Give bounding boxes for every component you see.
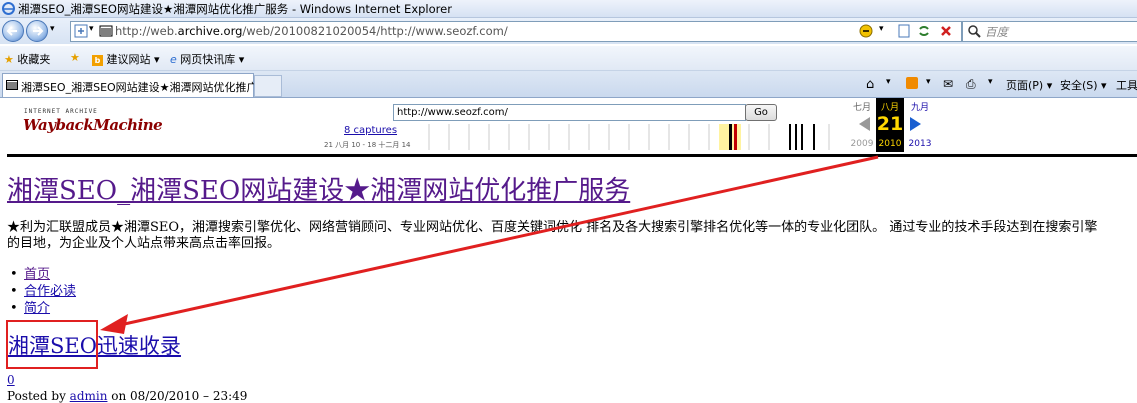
window-title: 湘潭SEO_湘潭SEO网站建设★湘潭网站优化推广服务 - Windows Int…: [18, 2, 452, 16]
next-year-label[interactable]: 2013: [905, 139, 935, 149]
nav-cooperation-link[interactable]: 合作必读: [24, 284, 76, 299]
annotation-highlight-box: [6, 320, 98, 369]
history-dropdown-icon[interactable]: ▾: [50, 24, 55, 34]
favorites-bar: ★ 收藏夹 ★ b 建议网站 ▾ e 网页快讯库 ▾: [0, 46, 1137, 71]
wayback-logo[interactable]: WaybackMachine: [23, 116, 163, 134]
back-arrow-icon: [6, 26, 17, 36]
prev-capture-arrow-icon[interactable]: [857, 116, 871, 132]
address-history-dropdown-icon[interactable]: ▾: [879, 24, 884, 34]
feeds-dropdown-icon[interactable]: ▾: [926, 77, 931, 87]
page-icon: [74, 24, 88, 38]
address-bar[interactable]: ▾ http://web.archive.org/web/20100821020…: [70, 21, 962, 42]
wayback-logo-caption: INTERNET ARCHIVE: [24, 108, 98, 115]
suggested-sites-button[interactable]: b 建议网站 ▾: [92, 51, 160, 67]
rss-feeds-icon[interactable]: [906, 77, 918, 89]
posted-by-label: Posted by: [7, 389, 70, 403]
favorites-star-icon: ★: [4, 53, 14, 66]
add-favorite-icon[interactable]: ★: [70, 51, 80, 64]
search-icon: [968, 25, 981, 38]
rss-page-icon[interactable]: [897, 24, 911, 38]
favorites-label: 收藏夹: [17, 53, 51, 66]
current-day: 21: [876, 113, 904, 135]
tools-menu[interactable]: 工具: [1116, 77, 1137, 93]
post-date: on 08/20/2010 – 23:49: [107, 389, 248, 403]
capture-sparkline[interactable]: [419, 124, 849, 150]
page-title[interactable]: 湘潭SEO_湘潭SEO网站建设★湘潭网站优化推广服务: [7, 170, 630, 207]
suggested-sites-label: 建议网站 ▾: [106, 53, 160, 66]
next-capture-arrow-icon[interactable]: [909, 116, 923, 132]
site-description: ★利为汇联盟成员★湘潭SEO，湘潭搜索引擎优化、网络营销顾问、专业网站优化、百度…: [7, 220, 1137, 252]
nav-about-link[interactable]: 简介: [24, 301, 50, 316]
address-url: http://web.archive.org/web/2010082102005…: [115, 24, 508, 38]
author-link[interactable]: admin: [70, 389, 108, 403]
capture-range: 21 八月 10 - 18 十二月 14: [324, 141, 411, 149]
page-menu[interactable]: 页面(P) ▾: [1006, 77, 1052, 93]
forward-arrow-icon: [33, 26, 44, 36]
mail-icon[interactable]: ✉: [943, 77, 953, 91]
forward-button[interactable]: [26, 20, 48, 42]
prev-year-label: 2009: [850, 139, 874, 149]
compatibility-icon[interactable]: [859, 24, 873, 38]
current-month: 八月: [880, 103, 899, 113]
nav-home-link[interactable]: 首页: [24, 267, 50, 282]
web-slice-gallery-button[interactable]: e 网页快讯库 ▾: [170, 51, 244, 67]
address-dropdown-icon[interactable]: ▾: [89, 24, 94, 34]
prev-month-label: 七月: [852, 103, 871, 113]
window-title-bar: 湘潭SEO_湘潭SEO网站建设★湘潭网站优化推广服务 - Windows Int…: [0, 0, 1137, 18]
next-month-label[interactable]: 九月: [905, 100, 935, 113]
ie-page-icon: e: [170, 53, 177, 66]
home-icon[interactable]: ⌂: [866, 77, 874, 92]
address-toolbar: ▾ ▾ http://web.archive.org/web/201008210…: [0, 18, 1137, 44]
tab-bar: 湘潭SEO_湘潭SEO网站建设★湘潭网站优化推广... ⌂ ▾ ▾ ✉ ⎙ ▾ …: [0, 71, 1137, 98]
wayback-go-button[interactable]: Go: [745, 104, 777, 121]
main-nav: 首页 合作必读 简介: [10, 266, 76, 317]
print-icon[interactable]: ⎙: [966, 77, 976, 92]
archive-favicon-icon: [6, 80, 18, 90]
description-line: ★利为汇联盟成员★湘潭SEO，湘潭搜索引擎优化、网络营销顾问、专业网站优化、百度…: [7, 220, 1098, 235]
description-line: 的目地，为企业及个人站点带来高点击率回报。: [7, 236, 281, 251]
favorites-button[interactable]: ★ 收藏夹: [4, 51, 50, 67]
web-slice-gallery-label: 网页快讯库 ▾: [180, 53, 245, 66]
suggested-sites-icon: b: [92, 55, 103, 66]
tab-title: 湘潭SEO_湘潭SEO网站建设★湘潭网站优化推广...: [21, 81, 269, 94]
search-box[interactable]: 百度: [962, 21, 1137, 42]
refresh-icon[interactable]: [917, 24, 931, 38]
back-button[interactable]: [2, 20, 24, 42]
wayback-url-input[interactable]: http://www.seozf.com/: [393, 104, 746, 121]
archive-favicon-icon: [99, 25, 113, 37]
home-dropdown-icon[interactable]: ▾: [886, 77, 891, 87]
ie-icon: [2, 2, 15, 15]
safety-menu[interactable]: 安全(S) ▾: [1060, 77, 1107, 93]
print-dropdown-icon[interactable]: ▾: [988, 77, 993, 87]
wayback-toolbar: INTERNET ARCHIVE WaybackMachine http://w…: [7, 98, 1137, 157]
captures-link[interactable]: 8 captures: [344, 125, 397, 136]
stop-icon[interactable]: [939, 24, 953, 38]
comment-count-link[interactable]: 0: [7, 373, 15, 387]
new-tab-button[interactable]: [254, 75, 282, 97]
current-capture-date: 八月 21 2010: [876, 98, 904, 152]
current-year: 2010: [878, 139, 902, 149]
search-placeholder: 百度: [985, 25, 1008, 39]
tab-current[interactable]: 湘潭SEO_湘潭SEO网站建设★湘潭网站优化推广...: [2, 73, 268, 97]
post-meta: Posted by admin on 08/20/2010 – 23:49: [7, 389, 247, 403]
